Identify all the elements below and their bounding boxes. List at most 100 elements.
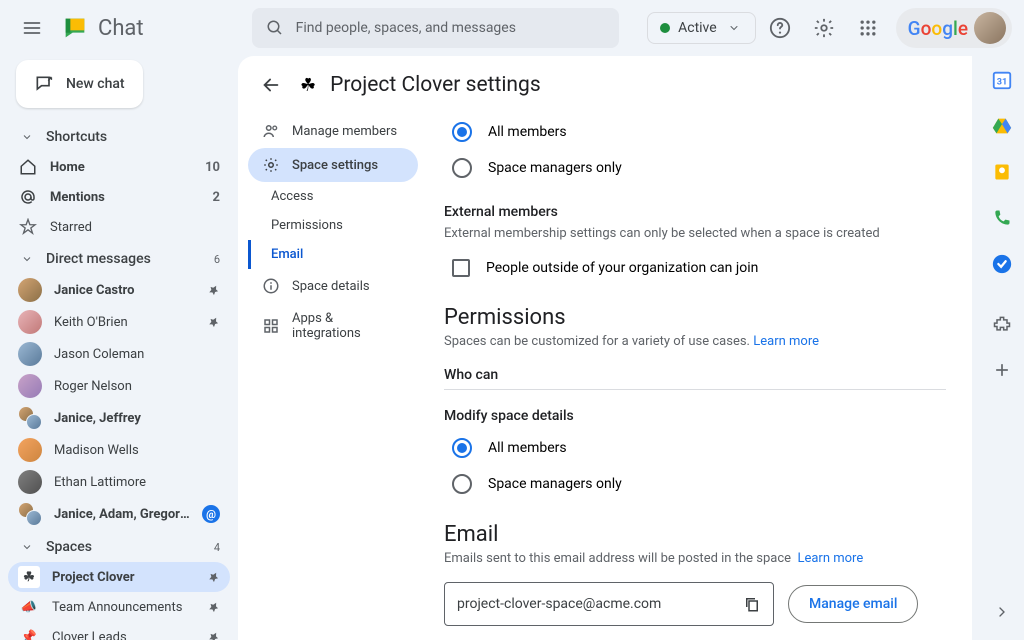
calendar-app-icon[interactable]: 31 xyxy=(990,68,1014,92)
account-button[interactable]: Google xyxy=(896,8,1012,48)
star-icon xyxy=(18,217,38,237)
dm-item[interactable]: Roger Nelson xyxy=(8,370,230,402)
learn-more-link[interactable]: Learn more xyxy=(797,551,863,566)
home-icon xyxy=(18,157,38,177)
settings-button[interactable] xyxy=(804,8,844,48)
space-project-clover[interactable]: ☘Project Clover xyxy=(8,562,230,592)
gear-icon xyxy=(262,156,280,174)
pin-icon xyxy=(207,601,220,614)
who-can-heading: Who can xyxy=(444,367,946,383)
manage-email-button[interactable]: Manage email xyxy=(788,585,918,623)
pushpin-icon: 📌 xyxy=(18,626,40,640)
tasks-app-icon[interactable] xyxy=(990,252,1014,276)
radio-label: All members xyxy=(488,440,567,456)
pin-icon xyxy=(207,571,220,584)
new-chat-label: New chat xyxy=(66,76,125,92)
radio-label: Space managers only xyxy=(488,476,622,492)
group-avatar xyxy=(18,406,42,430)
nav-access[interactable]: Access xyxy=(248,182,418,211)
avatar xyxy=(18,342,42,366)
status-selector[interactable]: Active xyxy=(647,12,756,44)
space-item[interactable]: 📌Clover Leads xyxy=(8,622,230,640)
external-members-desc: External membership settings can only be… xyxy=(444,226,946,241)
apps-grid-button[interactable] xyxy=(848,8,888,48)
email-title: Email xyxy=(444,522,946,547)
checkbox-label: People outside of your organization can … xyxy=(486,260,758,276)
nav-apps[interactable]: Apps & integrations xyxy=(248,303,418,349)
email-value: project-clover-space@acme.com xyxy=(457,596,661,612)
dm-item[interactable]: Janice, Adam, Gregory, Jose...@ xyxy=(8,498,230,530)
modify-details-heading: Modify space details xyxy=(444,408,946,424)
megaphone-icon: 📣 xyxy=(18,596,40,618)
chevron-down-icon xyxy=(18,538,36,556)
nav-email[interactable]: Email xyxy=(248,240,418,269)
add-app-icon[interactable] xyxy=(990,358,1014,382)
sidebar-home[interactable]: Home 10 xyxy=(8,152,230,182)
at-icon xyxy=(18,187,38,207)
grid-icon xyxy=(262,317,280,335)
nav-manage-members[interactable]: Manage members xyxy=(248,114,418,148)
app-name: Chat xyxy=(98,16,144,41)
spaces-header[interactable]: Spaces 4 xyxy=(8,532,230,562)
help-button[interactable] xyxy=(760,8,800,48)
radio-modify-managers[interactable] xyxy=(452,474,472,494)
radio-managers-only[interactable] xyxy=(452,158,472,178)
main-menu-button[interactable] xyxy=(12,8,52,48)
radio-modify-all[interactable] xyxy=(452,438,472,458)
permissions-title: Permissions xyxy=(444,305,946,330)
external-join-checkbox[interactable] xyxy=(452,259,470,277)
clover-icon: ☘ xyxy=(18,566,40,588)
pin-icon xyxy=(207,631,220,640)
copy-icon[interactable] xyxy=(743,595,761,613)
phone-app-icon[interactable] xyxy=(990,206,1014,230)
pin-icon xyxy=(207,284,220,297)
dm-item[interactable]: Jason Coleman xyxy=(8,338,230,370)
user-avatar xyxy=(974,12,1006,44)
clover-icon: ☘ xyxy=(300,75,316,96)
permissions-desc: Spaces can be customized for a variety o… xyxy=(444,334,946,349)
nav-permissions[interactable]: Permissions xyxy=(248,211,418,240)
external-members-heading: External members xyxy=(444,204,946,220)
chevron-down-icon xyxy=(725,19,743,37)
sidebar-mentions[interactable]: Mentions 2 xyxy=(8,182,230,212)
collapse-rail-button[interactable] xyxy=(990,600,1014,624)
dm-item[interactable]: Keith O'Brien xyxy=(8,306,230,338)
email-address-field[interactable]: project-clover-space@acme.com xyxy=(444,582,774,626)
new-chat-button[interactable]: New chat xyxy=(16,60,143,108)
email-desc: Emails sent to this email address will b… xyxy=(444,551,946,566)
new-chat-icon xyxy=(34,74,54,94)
mention-badge: @ xyxy=(202,505,220,523)
dm-item[interactable]: Janice, Jeffrey xyxy=(8,402,230,434)
app-logo: Chat xyxy=(60,13,144,43)
info-icon xyxy=(262,277,280,295)
radio-all-members[interactable] xyxy=(452,122,472,142)
sidebar-starred[interactable]: Starred xyxy=(8,212,230,242)
drive-app-icon[interactable] xyxy=(990,114,1014,138)
status-label: Active xyxy=(678,20,717,36)
avatar xyxy=(18,438,42,462)
avatar xyxy=(18,310,42,334)
google-logo: Google xyxy=(908,17,968,40)
search-bar[interactable] xyxy=(252,8,620,48)
nav-space-details[interactable]: Space details xyxy=(248,269,418,303)
chevron-down-icon xyxy=(18,128,36,146)
group-avatar xyxy=(18,502,42,526)
learn-more-link[interactable]: Learn more xyxy=(753,334,819,349)
search-input[interactable] xyxy=(296,20,606,36)
nav-space-settings[interactable]: Space settings xyxy=(248,148,418,182)
dm-item[interactable]: Janice Castro xyxy=(8,274,230,306)
shortcuts-header[interactable]: Shortcuts xyxy=(8,122,230,152)
avatar xyxy=(18,374,42,398)
chevron-down-icon xyxy=(18,250,36,268)
dm-header[interactable]: Direct messages 6 xyxy=(8,244,230,274)
dm-item[interactable]: Ethan Lattimore xyxy=(8,466,230,498)
extensions-icon[interactable] xyxy=(990,312,1014,336)
page-title: Project Clover settings xyxy=(330,73,541,97)
search-icon xyxy=(266,19,284,37)
keep-app-icon[interactable] xyxy=(990,160,1014,184)
space-item[interactable]: 📣Team Announcements xyxy=(8,592,230,622)
radio-label: Space managers only xyxy=(488,160,622,176)
back-button[interactable] xyxy=(256,70,286,100)
dm-item[interactable]: Madison Wells xyxy=(8,434,230,466)
avatar xyxy=(18,470,42,494)
